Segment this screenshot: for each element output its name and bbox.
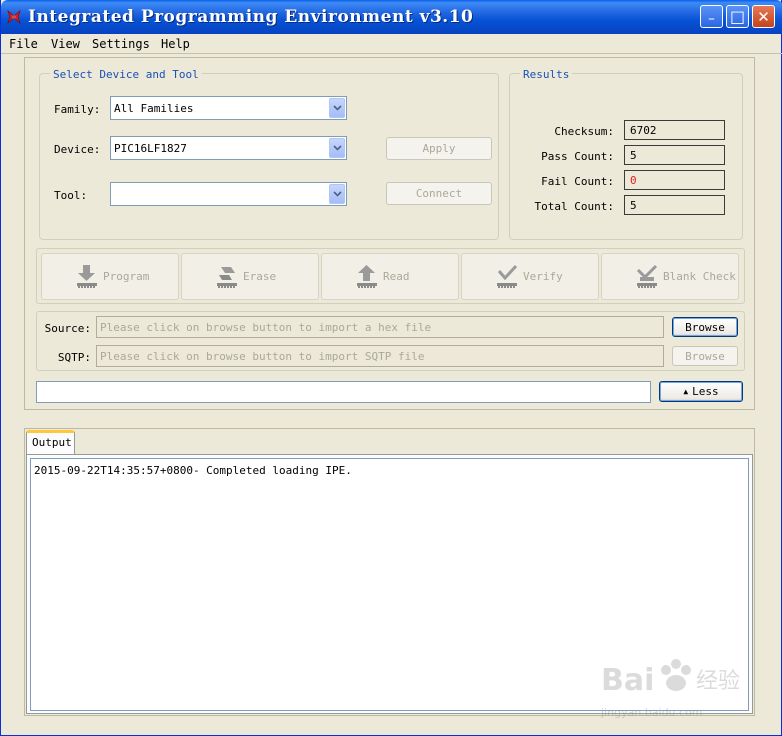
verify-button[interactable]: Verify [461,253,599,300]
read-label: Read [383,270,410,283]
menu-help[interactable]: Help [161,37,190,51]
checksum-value: 6702 [624,120,725,140]
verify-icon [497,264,518,288]
verify-label: Verify [523,270,563,283]
tab-output[interactable]: Output [26,430,75,454]
device-label: Device: [54,143,101,156]
chevron-down-icon[interactable] [329,138,345,158]
fail-count-value: 0 [624,170,725,190]
source-browse-button[interactable]: Browse [672,317,738,337]
device-select[interactable]: PIC16LF1827 [110,136,347,160]
close-button[interactable]: ✕ [752,5,775,28]
select-device-group: Select Device and Tool Family: All Famil… [39,68,499,240]
erase-icon [217,267,237,288]
device-value: PIC16LF1827 [114,142,187,155]
chevron-down-icon[interactable] [329,98,345,118]
total-count-value: 5 [624,195,725,215]
family-select[interactable]: All Families [110,96,347,120]
family-value: All Families [114,102,194,115]
pass-count-label: Pass Count: [541,150,614,163]
sqtp-path-field[interactable]: Please click on browse button to import … [96,345,664,367]
app-window: Integrated Programming Environment v3.10… [0,0,782,736]
checksum-label: Checksum: [554,125,614,138]
source-label: Source: [44,322,91,335]
menu-bar: File View Settings Help [1,34,782,54]
output-log[interactable]: 2015-09-22T14:35:57+0800- Completed load… [30,458,749,711]
output-tab-body: 2015-09-22T14:35:57+0800- Completed load… [26,454,753,714]
read-icon [357,265,377,288]
program-button[interactable]: Program [41,253,179,300]
pass-count-value: 5 [624,145,725,165]
sqtp-label: SQTP: [57,351,91,364]
minimize-icon: _ [708,7,715,20]
family-label: Family: [54,103,101,116]
main-panel: Select Device and Tool Family: All Famil… [24,57,755,410]
erase-label: Erase [243,270,277,283]
select-device-title: Select Device and Tool [50,68,202,81]
menu-file[interactable]: File [9,37,38,51]
status-field [36,381,651,403]
title-bar[interactable]: Integrated Programming Environment v3.10… [1,0,782,34]
window-title: Integrated Programming Environment v3.10 [28,7,474,27]
log-line: 2015-09-22T14:35:57+0800- Completed load… [34,464,352,477]
source-group: Source: Please click on browse button to… [36,311,745,371]
results-title: Results [520,68,573,81]
less-label: Less [692,385,719,398]
less-button[interactable]: ▲ Less [659,381,743,402]
chevron-down-icon[interactable] [329,184,345,204]
results-group: Results Checksum: 6702 Pass Count: 5 Fai… [509,68,743,240]
blank-check-button[interactable]: Blank Check [601,253,739,300]
total-count-label: Total Count: [534,200,614,213]
program-icon [77,265,97,288]
action-toolbar: Program Erase Read Verify Blank Check [36,248,745,304]
minimize-button[interactable]: _ [700,5,723,28]
blank-check-label: Blank Check [663,270,736,283]
menu-view[interactable]: View [51,37,80,51]
app-logo-icon [7,9,21,25]
output-panel: Output 2015-09-22T14:35:57+0800- Complet… [24,428,755,716]
maximize-button[interactable]: □ [726,5,749,28]
sqtp-browse-button[interactable]: Browse [672,346,738,366]
tool-label: Tool: [54,189,88,202]
tool-select[interactable] [110,182,347,206]
erase-button[interactable]: Erase [181,253,319,300]
apply-button[interactable]: Apply [386,137,492,160]
connect-button[interactable]: Connect [386,182,492,205]
source-path-field[interactable]: Please click on browse button to import … [96,316,664,338]
collapse-up-icon: ▲ [683,387,689,396]
blank-check-icon [636,264,658,288]
close-icon: ✕ [757,7,770,26]
read-button[interactable]: Read [321,253,459,300]
fail-count-label: Fail Count: [541,175,614,188]
maximize-icon: □ [729,7,746,26]
program-label: Program [103,270,150,283]
menu-settings[interactable]: Settings [92,37,150,51]
